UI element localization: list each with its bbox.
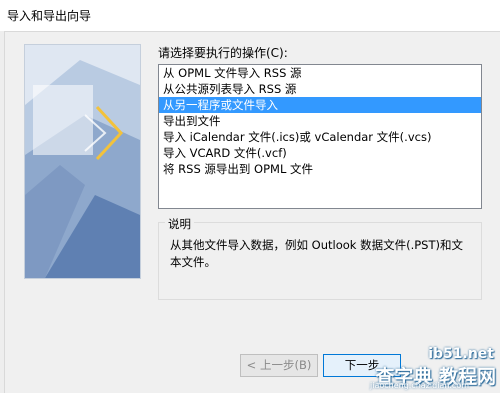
- action-listbox[interactable]: 从 OPML 文件导入 RSS 源 从公共源列表导入 RSS 源 从另一程序或文…: [158, 64, 482, 209]
- action-item-import-opml[interactable]: 从 OPML 文件导入 RSS 源: [159, 65, 481, 81]
- next-button[interactable]: 下一步: [323, 354, 401, 377]
- action-item-import-public-feed-list[interactable]: 从公共源列表导入 RSS 源: [159, 81, 481, 97]
- back-button[interactable]: < 上一步(B): [240, 354, 318, 377]
- action-item-import-vcard[interactable]: 导入 VCARD 文件(.vcf): [159, 145, 481, 161]
- action-item-export-to-file[interactable]: 导出到文件: [159, 113, 481, 129]
- import-export-wizard-window: 导入和导出向导 请选择要执行的操作(C): 从 OPML 文件导入 RSS 源 …: [0, 0, 500, 393]
- description-text: 从其他文件导入数据，例如 Outlook 数据文件(.PST)和文本文件。: [170, 238, 463, 269]
- action-prompt-label: 请选择要执行的操作(C):: [158, 46, 288, 60]
- wizard-illustration-graphic: [25, 45, 140, 278]
- action-item-import-from-program-or-file[interactable]: 从另一程序或文件导入: [159, 97, 481, 113]
- window-title: 导入和导出向导: [7, 9, 92, 23]
- action-item-import-icalendar[interactable]: 导入 iCalendar 文件(.ics)或 vCalendar 文件(.vcs…: [159, 129, 481, 145]
- wizard-illustration: [24, 44, 141, 279]
- description-legend: 说明: [165, 216, 194, 232]
- action-item-export-rss-to-opml[interactable]: 将 RSS 源导出到 OPML 文件: [159, 161, 481, 177]
- titlebar: 导入和导出向导: [0, 0, 500, 32]
